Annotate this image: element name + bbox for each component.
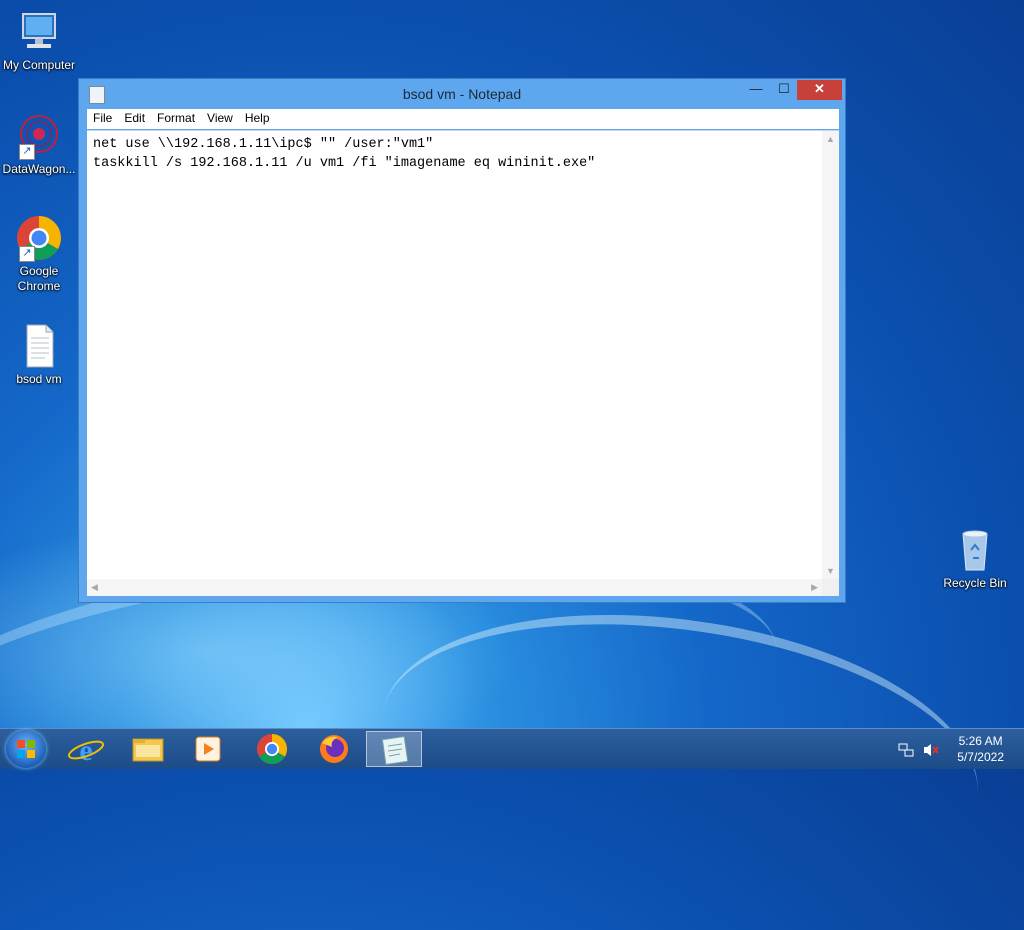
- taskbar-file-explorer[interactable]: [120, 731, 176, 767]
- title-bar[interactable]: bsod vm - Notepad — ☐ ✕: [79, 79, 845, 109]
- clock-date: 5/7/2022: [957, 750, 1004, 764]
- menu-view[interactable]: View: [201, 109, 239, 125]
- firefox-icon: [320, 735, 348, 763]
- menu-help[interactable]: Help: [239, 109, 276, 125]
- system-clock[interactable]: 5:26 AM 5/7/2022: [957, 733, 1004, 765]
- text-line: net use \\192.168.1.11\ipc$ "" /user:"vm…: [93, 137, 434, 152]
- internet-explorer-icon: e: [67, 734, 105, 767]
- menu-format[interactable]: Format: [151, 109, 201, 125]
- taskbar-notepad[interactable]: [366, 731, 422, 767]
- close-button[interactable]: ✕: [797, 80, 842, 100]
- taskbar: e 5:26 AM 5/7/2022: [0, 728, 1024, 769]
- desktop-icon-my-computer[interactable]: My Computer: [0, 8, 78, 73]
- menu-edit[interactable]: Edit: [118, 109, 151, 125]
- desktop-icon-recycle-bin[interactable]: Recycle Bin: [936, 526, 1014, 591]
- windows-logo-icon: [17, 740, 35, 758]
- start-button[interactable]: [6, 730, 46, 768]
- desktop-icon-label: Recycle Bin: [943, 576, 1007, 590]
- shortcut-arrow-icon: ↗: [19, 246, 35, 262]
- taskbar-media-player[interactable]: [180, 731, 236, 767]
- desktop-icon-google-chrome[interactable]: ↗ Google Chrome: [0, 214, 78, 294]
- window-title: bsod vm - Notepad: [402, 86, 522, 102]
- file-explorer-icon: [132, 738, 164, 762]
- desktop-icon-label: My Computer: [2, 58, 76, 72]
- desktop-icon-label: DataWagon...: [2, 162, 76, 176]
- vertical-scrollbar[interactable]: ▲ ▼: [822, 131, 839, 579]
- desktop-icon-bsod-vm[interactable]: bsod vm: [0, 322, 78, 387]
- menu-file[interactable]: File: [87, 109, 118, 125]
- desktop-icon-label: bsod vm: [16, 372, 62, 386]
- svg-text:e: e: [79, 734, 92, 767]
- desktop-icon-datawagon[interactable]: ↗ DataWagon...: [0, 112, 78, 177]
- horizontal-scrollbar[interactable]: ◀ ▶: [87, 579, 822, 596]
- maximize-button[interactable]: ☐: [771, 80, 797, 100]
- scroll-up-icon[interactable]: ▲: [826, 134, 835, 144]
- editor-text[interactable]: net use \\192.168.1.11\ipc$ "" /user:"vm…: [93, 135, 595, 173]
- notepad-icon: [381, 736, 409, 765]
- taskbar-chrome[interactable]: [244, 731, 300, 767]
- minimize-button[interactable]: —: [743, 80, 769, 100]
- media-player-icon: [195, 736, 221, 762]
- text-line: taskkill /s 192.168.1.11 /u vm1 /fi "ima…: [93, 156, 596, 171]
- text-file-icon: [15, 322, 63, 370]
- notepad-window[interactable]: bsod vm - Notepad — ☐ ✕ File Edit Format Vi…: [78, 78, 846, 603]
- text-editor[interactable]: net use \\192.168.1.11\ipc$ "" /user:"vm…: [87, 130, 839, 596]
- shortcut-arrow-icon: ↗: [19, 144, 35, 160]
- taskbar-firefox[interactable]: [306, 731, 362, 767]
- network-icon[interactable]: [898, 742, 914, 761]
- desktop-icon-label: Google Chrome: [17, 264, 61, 293]
- recycle-bin-icon: [951, 526, 999, 574]
- computer-icon: [15, 8, 63, 56]
- chrome-icon: [257, 734, 288, 765]
- taskbar-internet-explorer[interactable]: e: [58, 731, 114, 767]
- chrome-icon: ↗: [15, 214, 63, 262]
- volume-muted-icon[interactable]: [922, 742, 940, 761]
- scroll-down-icon[interactable]: ▼: [826, 566, 835, 576]
- scrollbar-corner: [822, 579, 839, 596]
- scroll-right-icon[interactable]: ▶: [811, 582, 818, 593]
- clock-time: 5:26 AM: [958, 734, 1003, 748]
- menu-bar: File Edit Format View Help: [87, 109, 839, 129]
- datawagon-icon: ↗: [15, 112, 63, 160]
- scroll-left-icon[interactable]: ◀: [91, 582, 98, 593]
